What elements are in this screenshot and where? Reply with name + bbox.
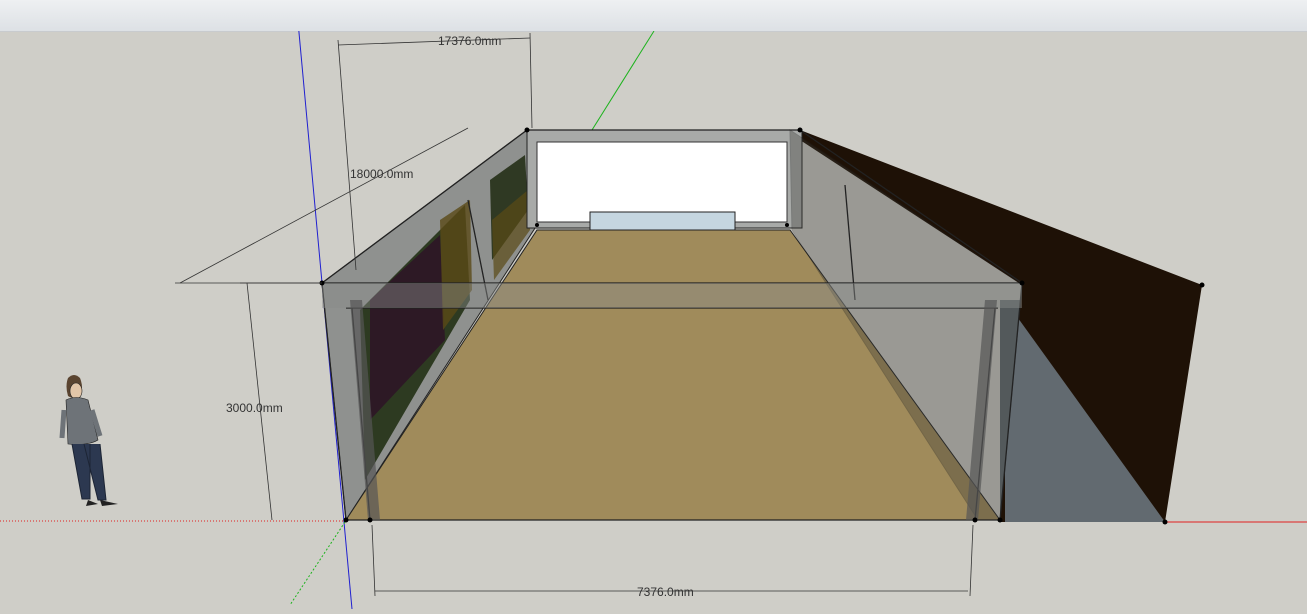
green-axis-dotted [289, 521, 346, 606]
dim-top-ext-r [529, 32, 533, 129]
dim-depth-label: 18000.0mm [350, 167, 413, 181]
top-beam [322, 283, 1022, 308]
green-axis [586, 30, 655, 139]
dim-top-label: 17376.0mm [438, 34, 501, 48]
dim-bottom-ext-r [969, 524, 974, 597]
dim-bottom-label: 7376.0mm [637, 585, 694, 599]
dim-bottom-ext-l [371, 524, 376, 597]
3d-model-viewport[interactable]: 17376.0mm 18000.0mm 3000.0mm 7376.0mm [0, 0, 1307, 610]
back-window [536, 141, 788, 223]
dim-height-label: 3000.0mm [226, 401, 283, 415]
toolbar [0, 0, 1307, 32]
dim-top-ext-l [337, 39, 357, 271]
standing-person-icon [59, 375, 118, 506]
